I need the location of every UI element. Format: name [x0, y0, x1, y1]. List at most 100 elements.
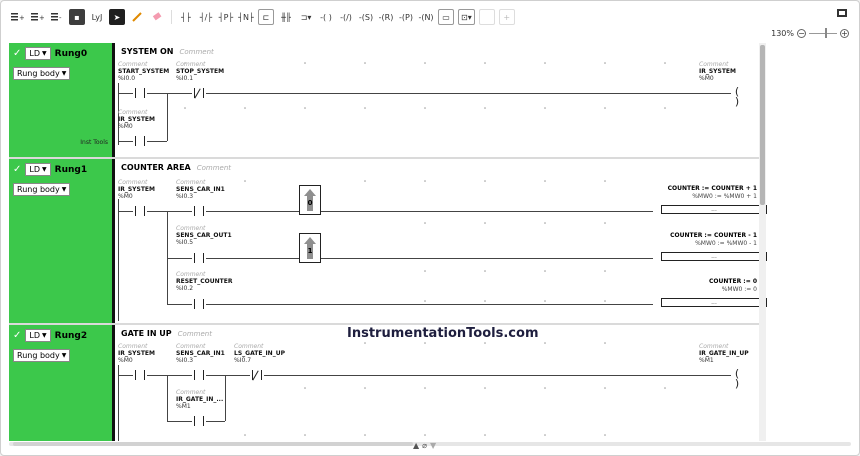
collapse-up-icon[interactable]: ▲ [413, 441, 419, 450]
rung-body-select[interactable]: Rung body ▼ [13, 67, 71, 80]
chevron-down-icon: ▼ [61, 352, 67, 359]
pencil-icon[interactable] [129, 9, 145, 25]
rung-2-side-panel: ✓ LD ▼ Rung2 Rung body ▼ [9, 325, 115, 441]
chevron-down-icon: ▼ [61, 70, 67, 77]
contact-reset-counter-label: Comment RESET_COUNTER %I0.2 [176, 271, 233, 292]
add-icon[interactable]: + [498, 9, 515, 25]
contact-no-icon[interactable]: ┤├ [178, 9, 194, 25]
rung-label: Rung2 [54, 330, 88, 341]
wire [118, 375, 735, 376]
rung-language-select[interactable]: LD ▼ [25, 47, 51, 60]
coil-ir-system-label: Comment IR_SYSTEM %M0 [699, 61, 737, 82]
contact-neg-icon[interactable]: ┤N├ [238, 9, 254, 25]
operation-box-increment[interactable]: ... [661, 205, 767, 214]
left-power-rail [118, 365, 119, 441]
wire [167, 304, 653, 305]
contact-ls-gate-in-up[interactable] [250, 370, 264, 381]
contact-pos-icon[interactable]: ┤P├ [218, 9, 234, 25]
coil-ir-gate-in-up-label: Comment IR_GATE_IN_UP %M1 [699, 343, 749, 364]
vertical-scrollbar[interactable] [759, 43, 766, 441]
rung-2[interactable]: ✓ LD ▼ Rung2 Rung body ▼ GATE IN UP Comment… [9, 325, 767, 441]
contact-reset-counter[interactable] [192, 299, 206, 309]
add-rung-icon[interactable]: - [49, 9, 65, 25]
ladder-editor[interactable]: ✓ LD ▼ Rung0 Rung body ▼ Inst Tools SYSTEM… [9, 43, 767, 441]
coil-negated-icon[interactable]: -(/) [338, 9, 354, 25]
rung-label: Rung1 [54, 164, 88, 175]
chevron-down-icon: ▼ [42, 50, 47, 57]
contact-ir-gate-in-up[interactable] [192, 416, 206, 426]
operation-block-icon[interactable]: ▭ [438, 9, 454, 25]
maximize-icon[interactable] [837, 9, 847, 17]
operation-box-reset[interactable]: ... [661, 298, 767, 307]
rung-1-side-panel: ✓ LD ▼ Rung1 Rung body ▼ [9, 159, 115, 323]
rung-0-side-panel: ✓ LD ▼ Rung0 Rung body ▼ Inst Tools [9, 43, 115, 157]
zoom-slider[interactable] [809, 28, 837, 38]
coil-ir-system[interactable]: ( ) [731, 86, 745, 107]
rung-language-select[interactable]: LD ▼ [25, 163, 51, 176]
contact-start-system-label: Comment START_SYSTEM %I0.0 [118, 61, 170, 82]
add-rung-above-icon[interactable]: + [9, 9, 25, 25]
contact-sens-car-in1[interactable] [192, 206, 206, 216]
link-icon[interactable]: ⌀ [422, 441, 427, 450]
contact-nc-icon[interactable]: ┤/├ [198, 9, 214, 25]
eraser-icon[interactable] [149, 9, 165, 25]
rising-edge-counter-block[interactable]: 0 [299, 185, 321, 215]
contact-stop-system[interactable] [192, 88, 206, 99]
contact-ir-system[interactable] [133, 136, 147, 146]
coil-neg-icon[interactable]: -(N) [418, 9, 434, 25]
blank-icon[interactable] [478, 9, 495, 25]
contact-start-system[interactable] [133, 88, 147, 98]
expand-down-icon[interactable]: ▼ [430, 441, 436, 450]
toolbar-separator [171, 10, 172, 24]
panel-toggle: ▲ ⌀ ▼ [413, 441, 436, 450]
rung-comment: Comment [177, 330, 212, 338]
contact-ir-system[interactable] [133, 370, 147, 380]
ld-mode-icon[interactable]: ▪ [69, 9, 85, 25]
coil-set-icon[interactable]: -(S) [358, 9, 374, 25]
zoom-in-icon[interactable]: + [840, 29, 849, 38]
watermark: InstrumentationTools.com [347, 326, 539, 341]
coil-pos-icon[interactable]: -(P) [398, 9, 414, 25]
contact-ir-system[interactable] [133, 206, 147, 216]
ld-editor-window: + + - ▪ LyJ ➤ ┤├ ┤/├ ┤P├ ┤N├ ⊏ ╫╟ ⊐▾ -( … [0, 0, 860, 456]
vertical-scrollbar-thumb[interactable] [760, 45, 765, 205]
rung-language-select[interactable]: LD ▼ [25, 329, 51, 342]
rung-body-select[interactable]: Rung body ▼ [13, 349, 71, 362]
window-icon[interactable]: ⊡▾ [458, 9, 475, 25]
contact-sens-car-in1[interactable] [192, 370, 206, 380]
coil-reset-icon[interactable]: -(R) [378, 9, 394, 25]
chevron-down-icon: ▼ [42, 166, 47, 173]
rung-1[interactable]: ✓ LD ▼ Rung1 Rung body ▼ COUNTER AREA Comme… [9, 159, 767, 323]
operation-box-decrement[interactable]: ... [661, 252, 767, 261]
rung-comment: Comment [196, 164, 232, 172]
rung-enabled-check-icon[interactable]: ✓ [13, 330, 21, 341]
function-block-icon[interactable]: ⊐▾ [298, 9, 314, 25]
falling-edge-counter-block[interactable]: 1 [299, 233, 321, 263]
rung-title[interactable]: SYSTEM ON Comment [121, 47, 214, 56]
contact-sens-car-out1[interactable] [192, 253, 206, 263]
horizontal-scrollbar-thumb[interactable] [13, 442, 413, 446]
compare-block-icon[interactable]: ⊏ [258, 9, 274, 25]
svg-text:-: - [59, 14, 62, 22]
wire [118, 93, 735, 94]
ly-mode-icon[interactable]: LyJ [89, 9, 105, 25]
add-rung-below-icon[interactable]: + [29, 9, 45, 25]
rung-body-select[interactable]: Rung body ▼ [13, 183, 71, 196]
rung-title[interactable]: GATE IN UP Comment [121, 329, 212, 338]
zoom-slider-handle[interactable] [825, 28, 827, 38]
rung-enabled-check-icon[interactable]: ✓ [13, 164, 21, 175]
coil-ir-gate-in-up[interactable]: ( ) [731, 368, 745, 389]
rung-0[interactable]: ✓ LD ▼ Rung0 Rung body ▼ Inst Tools SYSTEM… [9, 43, 767, 157]
parallel-branch-icon[interactable]: ╫╟ [278, 9, 294, 25]
branch-wire [167, 93, 168, 141]
operation-decrement: COUNTER := COUNTER - 1 %MW0 := %MW0 - 1 [670, 232, 757, 247]
rung-label: Rung0 [54, 48, 88, 59]
zoom-out-icon[interactable]: − [797, 29, 806, 38]
rung-title[interactable]: COUNTER AREA Comment [121, 163, 231, 172]
left-power-rail [118, 199, 119, 321]
rung-enabled-check-icon[interactable]: ✓ [13, 48, 21, 59]
pointer-icon[interactable]: ➤ [109, 9, 125, 25]
contact-ir-gate-in-up-label: Comment IR_GATE_IN_... %M1 [176, 389, 224, 410]
contact-ir-system-label: Comment IR_SYSTEM %M0 [118, 179, 156, 200]
coil-icon[interactable]: -( ) [318, 9, 334, 25]
